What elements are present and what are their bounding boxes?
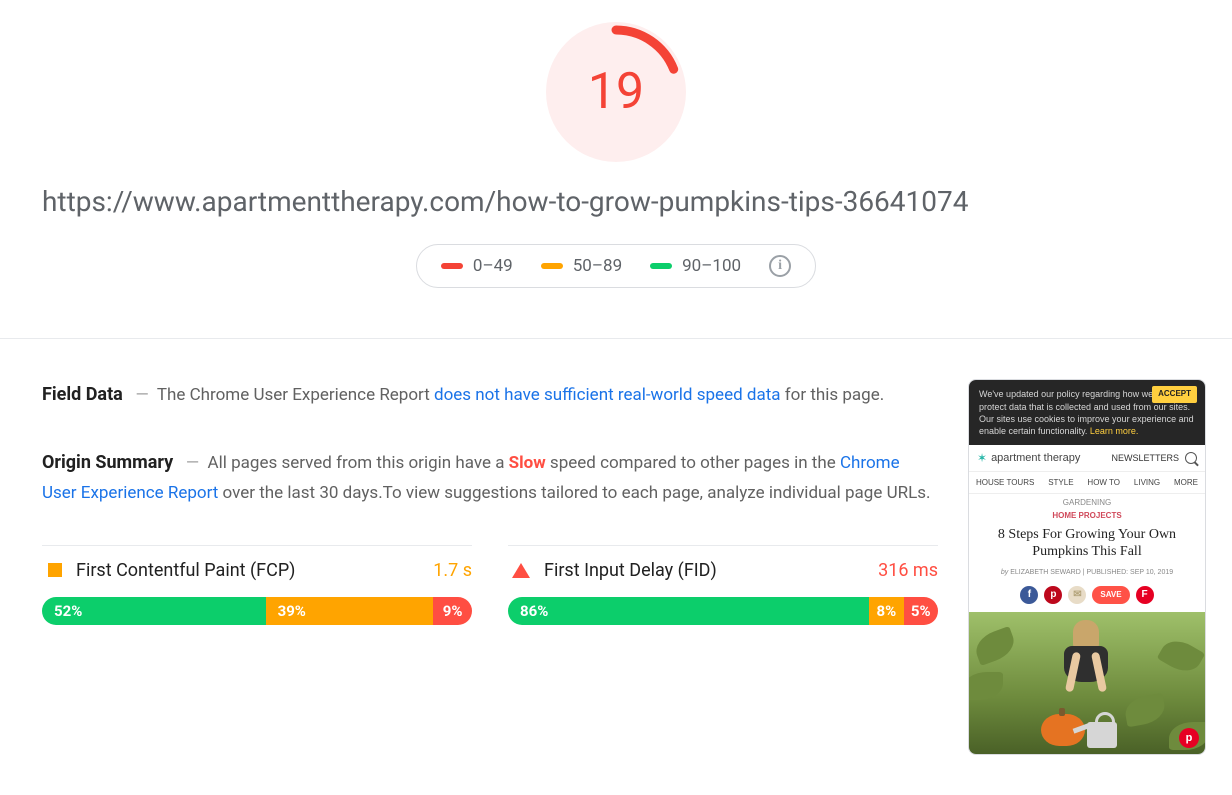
legend-average-label: 50–89 bbox=[573, 256, 622, 276]
origin-summary-heading: Origin Summary bbox=[42, 452, 173, 473]
legend-average-icon bbox=[541, 263, 563, 269]
fid-label: First Input Delay (FID) bbox=[544, 560, 864, 581]
metric-fid[interactable]: First Input Delay (FID) 316 ms 86% 8% 5% bbox=[508, 545, 938, 625]
origin-text-c: over the last 30 days.To view suggestion… bbox=[218, 483, 930, 503]
fid-avg-segment: 8% bbox=[869, 597, 903, 625]
preview-article-title: 8 Steps For Growing Your Own Pumpkins Th… bbox=[969, 524, 1205, 563]
pinterest-float-icon: p bbox=[1179, 728, 1199, 748]
performance-score: 19 bbox=[546, 22, 686, 162]
fid-poor-segment: 5% bbox=[904, 597, 938, 625]
fid-distribution-bar: 86% 8% 5% bbox=[508, 597, 938, 625]
fcp-avg-segment: 39% bbox=[266, 597, 434, 625]
origin-text-b: speed compared to other pages in the bbox=[546, 453, 840, 473]
fcp-value: 1.7 s bbox=[433, 560, 472, 581]
preview-learn-more: Learn more. bbox=[1090, 426, 1139, 436]
field-data-link[interactable]: does not have sufficient real-world spee… bbox=[434, 385, 781, 405]
fcp-distribution-bar: 52% 39% 9% bbox=[42, 597, 472, 625]
preview-category: HOME PROJECTS bbox=[969, 507, 1205, 524]
origin-speed-label: Slow bbox=[509, 453, 546, 473]
triangle-icon bbox=[512, 563, 530, 578]
fcp-label: First Contentful Paint (FCP) bbox=[76, 560, 419, 581]
fid-value: 316 ms bbox=[878, 560, 938, 581]
score-legend: 0–49 50–89 90–100 i bbox=[416, 244, 816, 288]
fcp-good-segment: 52% bbox=[42, 597, 266, 625]
mail-icon: ✉ bbox=[1068, 586, 1086, 604]
field-data-text-prefix: The Chrome User Experience Report bbox=[157, 385, 434, 405]
fid-good-segment: 86% bbox=[508, 597, 869, 625]
square-icon bbox=[48, 563, 62, 577]
preview-social-row: f p ✉ SAVE F bbox=[969, 582, 1205, 612]
preview-brand: ✶apartment therapy bbox=[977, 451, 1080, 465]
save-button-icon: SAVE bbox=[1092, 586, 1129, 604]
pinterest-icon: p bbox=[1044, 586, 1062, 604]
field-data-section: Field Data — The Chrome User Experience … bbox=[42, 379, 938, 411]
metric-fcp[interactable]: First Contentful Paint (FCP) 1.7 s 52% 3… bbox=[42, 545, 472, 625]
preview-hero-image: p bbox=[969, 612, 1205, 754]
performance-gauge: 19 bbox=[546, 22, 686, 162]
preview-subcategory: GARDENING bbox=[969, 494, 1205, 507]
preview-cookie-banner: ACCEPT We've updated our policy regardin… bbox=[969, 380, 1205, 445]
legend-pass-label: 90–100 bbox=[682, 256, 741, 276]
legend-pass-icon bbox=[650, 263, 672, 269]
field-data-text-suffix: for this page. bbox=[781, 385, 885, 405]
field-data-heading: Field Data bbox=[42, 384, 123, 405]
flipboard-icon: F bbox=[1136, 586, 1154, 604]
preview-newsletters: NEWSLETTERS bbox=[1111, 453, 1179, 463]
legend-fail-icon bbox=[441, 263, 463, 269]
legend-fail-label: 0–49 bbox=[473, 256, 513, 276]
fcp-poor-segment: 9% bbox=[433, 597, 472, 625]
search-icon bbox=[1185, 452, 1197, 464]
preview-accept-button: ACCEPT bbox=[1152, 386, 1197, 403]
page-screenshot-preview: ACCEPT We've updated our policy regardin… bbox=[968, 379, 1206, 755]
info-icon[interactable]: i bbox=[769, 255, 791, 277]
origin-summary-section: Origin Summary — All pages served from t… bbox=[42, 447, 938, 509]
preview-nav: HOUSE TOURS STYLE HOW TO LIVING MORE bbox=[969, 472, 1205, 494]
audited-url: https://www.apartmenttherapy.com/how-to-… bbox=[0, 162, 1232, 220]
origin-text-a: All pages served from this origin have a bbox=[208, 453, 509, 473]
preview-logo-icon: ✶ bbox=[977, 451, 987, 465]
preview-byline: by ELIZABETH SEWARD | PUBLISHED: SEP 10,… bbox=[969, 563, 1205, 582]
facebook-icon: f bbox=[1020, 586, 1038, 604]
